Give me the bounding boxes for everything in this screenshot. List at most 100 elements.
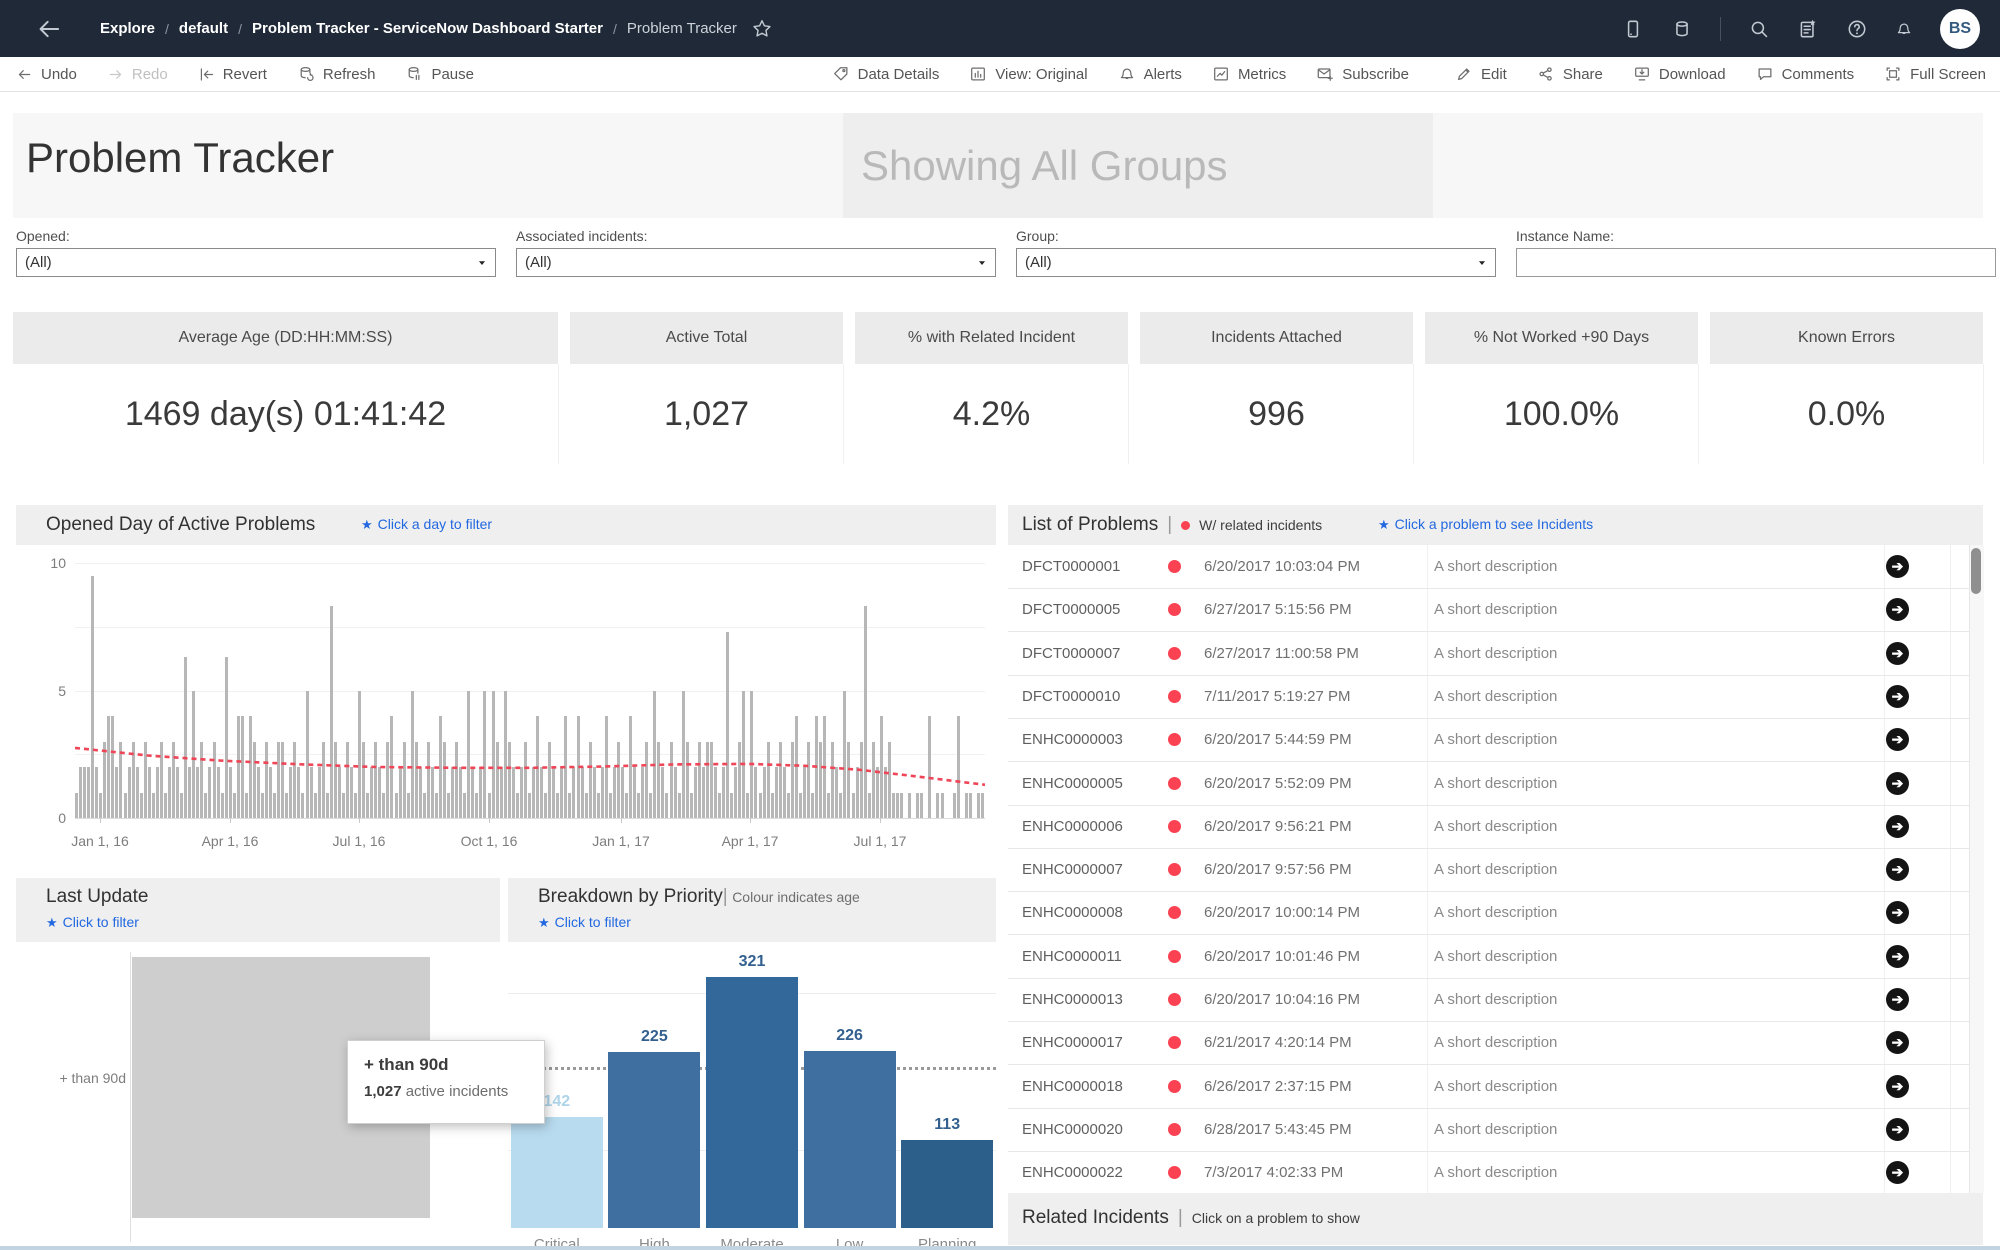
problem-description: A short description [1434, 904, 1558, 922]
navbar-divider [1720, 16, 1721, 41]
problem-description: A short description [1434, 1077, 1558, 1095]
device-icon[interactable] [1622, 18, 1644, 40]
toolbar-download-button[interactable]: Download [1633, 65, 1726, 83]
related-incident-dot-icon [1168, 1021, 1181, 1064]
opened-day-plot[interactable] [74, 563, 986, 823]
opened-day-title: Opened Day of Active Problems [46, 514, 316, 535]
open-problem-arrow-icon[interactable]: ➔ [1886, 848, 1909, 891]
priority-panel-header: Breakdown by Priority| Colour indicates … [508, 878, 996, 942]
related-incidents-header: Related Incidents | Click on a problem t… [1008, 1193, 1983, 1245]
x-tick-label: Oct 1, 16 [460, 833, 518, 849]
open-problem-arrow-icon[interactable]: ➔ [1886, 1151, 1909, 1193]
breadcrumb-item[interactable]: Explore [100, 20, 155, 37]
priority-bar-high[interactable] [608, 1052, 701, 1228]
last-update-filter-link[interactable]: ★ Click to filter [46, 914, 139, 932]
priority-bar-moderate[interactable] [706, 977, 798, 1228]
problem-row[interactable]: ENHC0000022 7/3/2017 4:02:33 PM A short de… [1008, 1151, 1983, 1193]
toolbar-subscribe-button[interactable]: Subscribe [1316, 65, 1409, 83]
user-avatar[interactable]: BS [1940, 8, 1980, 49]
breadcrumb-item[interactable]: Problem Tracker - ServiceNow Dashboard S… [252, 20, 603, 37]
open-problem-arrow-icon[interactable]: ➔ [1886, 675, 1909, 718]
list-link[interactable]: ★ Click a problem to see Incidents [1378, 516, 1593, 534]
list-scrollbar-thumb[interactable] [1971, 548, 1981, 594]
y-tick-label: 10 [50, 555, 66, 571]
open-problem-arrow-icon[interactable]: ➔ [1886, 978, 1909, 1021]
problem-row[interactable]: ENHC0000017 6/21/2017 4:20:14 PM A short d… [1008, 1021, 1983, 1066]
toolbar-alerts-button[interactable]: Alerts [1118, 65, 1182, 83]
open-problem-arrow-icon[interactable]: ➔ [1886, 891, 1909, 934]
priority-subtitle: Colour indicates age [732, 889, 860, 905]
toolbar-pause-button[interactable]: Pause [405, 65, 474, 83]
toolbar-full-screen-button[interactable]: Full Screen [1884, 65, 1986, 83]
revert-icon [198, 66, 215, 83]
priority-title: Breakdown by Priority [538, 886, 723, 907]
problem-description: A short description [1434, 601, 1558, 619]
problem-row[interactable]: DFCT0000001 6/20/2017 10:03:04 PM A short … [1008, 545, 1983, 589]
instance-name-input[interactable] [1516, 248, 1996, 277]
open-problem-arrow-icon[interactable]: ➔ [1886, 1021, 1909, 1064]
chevron-down-icon [1477, 258, 1487, 268]
toolbar-edit-button[interactable]: Edit [1455, 65, 1507, 83]
problem-row[interactable]: ENHC0000011 6/20/2017 10:01:46 PM A short … [1008, 935, 1983, 979]
problem-row[interactable]: ENHC0000013 6/20/2017 10:04:16 PM A short … [1008, 978, 1983, 1022]
pause-icon [405, 65, 423, 83]
back-arrow-icon[interactable] [36, 16, 62, 42]
toolbar-left-group: Undo Redo Revert Refresh Pause [16, 65, 474, 83]
open-problem-arrow-icon[interactable]: ➔ [1886, 805, 1909, 848]
breadcrumb-separator: / [238, 20, 242, 37]
search-icon[interactable] [1748, 18, 1770, 40]
opened-day-filter-link[interactable]: ★ Click a day to filter [361, 516, 492, 534]
toolbar-share-button[interactable]: Share [1537, 65, 1603, 83]
filter-dropdown[interactable]: (All) [1016, 248, 1496, 277]
breadcrumb-item[interactable]: default [179, 20, 228, 37]
problem-row[interactable]: ENHC0000005 6/20/2017 5:52:09 PM A short d… [1008, 762, 1983, 806]
problem-row[interactable]: ENHC0000007 6/20/2017 9:57:56 PM A short d… [1008, 848, 1983, 893]
problem-row[interactable]: ENHC0000018 6/26/2017 2:37:15 PM A short d… [1008, 1065, 1983, 1109]
priority-bar-planning[interactable] [901, 1140, 994, 1228]
x-tick-label: Jul 1, 16 [332, 833, 386, 849]
toolbar-comments-button[interactable]: Comments [1756, 65, 1854, 83]
toolbar-revert-button[interactable]: Revert [198, 66, 267, 83]
problem-row[interactable]: ENHC0000006 6/20/2017 9:56:21 PM A short d… [1008, 805, 1983, 849]
favorites-list-icon[interactable] [1797, 18, 1819, 40]
priority-filter-link[interactable]: ★ Click to filter [538, 914, 631, 932]
priority-bar-low[interactable] [803, 1051, 896, 1228]
problem-row[interactable]: ENHC0000020 6/28/2017 5:43:45 PM A short d… [1008, 1108, 1983, 1152]
list-scrollbar-track[interactable] [1969, 545, 1984, 1193]
problem-row[interactable]: ENHC0000003 6/20/2017 5:44:59 PM A short d… [1008, 718, 1983, 763]
breadcrumb-item[interactable]: Problem Tracker [627, 20, 737, 37]
help-icon[interactable] [1846, 18, 1868, 40]
problem-row[interactable]: DFCT0000007 6/27/2017 11:00:58 PM A short … [1008, 632, 1983, 676]
problem-row[interactable]: ENHC0000008 6/20/2017 10:00:14 PM A short … [1008, 891, 1983, 936]
open-problem-arrow-icon[interactable]: ➔ [1886, 1065, 1909, 1108]
filter-dropdown[interactable]: (All) [516, 248, 996, 277]
toolbar-refresh-button[interactable]: Refresh [297, 65, 375, 83]
problem-row[interactable]: DFCT0000010 7/11/2017 5:19:27 PM A short d… [1008, 675, 1983, 719]
priority-bar-critical[interactable] [510, 1117, 603, 1228]
toolbar-metrics-button[interactable]: Metrics [1212, 65, 1286, 83]
problem-row[interactable]: DFCT0000005 6/27/2017 5:15:56 PM A short d… [1008, 588, 1983, 633]
notifications-icon[interactable] [1895, 20, 1913, 38]
kpi-header: Incidents Attached [1140, 312, 1413, 364]
breadcrumb-separator: / [165, 20, 169, 37]
toolbar-undo-button[interactable]: Undo [16, 66, 77, 83]
open-problem-arrow-icon[interactable]: ➔ [1886, 1108, 1909, 1151]
open-problem-arrow-icon[interactable]: ➔ [1886, 935, 1909, 978]
priority-bar-value: 321 [738, 953, 766, 970]
favorite-star-icon[interactable] [751, 18, 773, 40]
open-problem-arrow-icon[interactable]: ➔ [1886, 718, 1909, 761]
tooltip-value: 1,027 active incidents [364, 1083, 509, 1100]
x-tick-label: Jan 1, 17 [592, 833, 650, 849]
toolbar-data-details-button[interactable]: Data Details [832, 65, 939, 83]
open-problem-arrow-icon[interactable]: ➔ [1886, 588, 1909, 631]
related-incident-dot-icon [1168, 762, 1181, 805]
filter-dropdown[interactable]: (All) [16, 248, 496, 277]
open-problem-arrow-icon[interactable]: ➔ [1886, 545, 1909, 588]
problem-description: A short description [1434, 991, 1558, 1008]
share-icon [1537, 65, 1555, 83]
toolbar-view-original-button[interactable]: View: Original [969, 65, 1088, 83]
open-problem-arrow-icon[interactable]: ➔ [1886, 762, 1909, 805]
related-incident-dot-icon [1168, 632, 1181, 675]
open-problem-arrow-icon[interactable]: ➔ [1886, 632, 1909, 675]
data-source-icon[interactable] [1671, 18, 1693, 40]
